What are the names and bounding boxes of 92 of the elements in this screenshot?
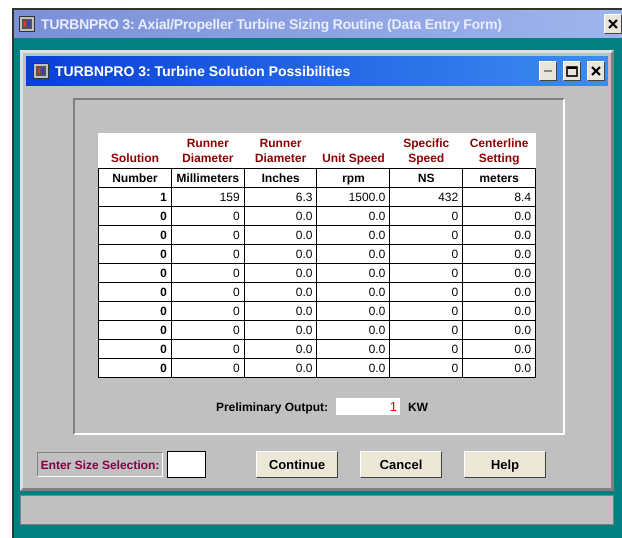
table-cell: 0.0 [462,206,536,226]
close-button[interactable] [604,14,622,34]
close-button[interactable] [587,61,605,81]
table-cell: 0.0 [462,244,536,264]
table-cell: 0.0 [316,358,390,378]
table-cell: 0 [390,206,463,226]
table-cell: 0 [171,244,244,264]
table-cell: 1 [98,188,172,206]
table-cell: 0.0 [316,340,390,358]
table-cell: 0.0 [316,282,390,302]
close-icon [591,66,601,76]
maximize-button[interactable] [563,61,581,81]
dialog-button[interactable]: Continue [256,451,338,478]
size-selection-field[interactable] [167,451,206,478]
column-title: Centerline Setting [470,136,528,165]
table-cell: 0.0 [462,282,536,302]
table-cell: 0.0 [244,320,317,340]
table-cell: 0 [98,244,172,264]
table-cell: 0.0 [316,264,390,282]
table-cell: 0 [171,226,244,244]
table-cell: 0.0 [316,244,390,264]
table-cell: 0 [390,282,463,302]
table-cell: 0 [98,302,172,320]
table-cell: 0.0 [244,226,317,244]
table-cell: 0.0 [462,302,536,320]
table-cell: 0.0 [316,206,390,226]
app-icon [33,63,49,79]
table-cell: 0 [171,302,244,320]
minimize-button[interactable] [539,61,557,81]
column-unit: rpm [316,168,390,188]
table-cell: 0 [171,206,244,226]
dialog-button[interactable]: Cancel [360,451,442,478]
window-title: TURBNPRO 3: Turbine Solution Possibilities [55,63,352,79]
table-cell: 0.0 [462,340,536,358]
column-unit: Number [98,168,172,188]
table-cell: 0.0 [462,320,536,340]
table-cell: 0 [98,358,172,378]
table-cell: 0 [98,206,172,226]
table-cell: 0.0 [462,358,536,378]
column-title: Solution [110,151,159,165]
table-cell: 432 [390,188,463,206]
table-cell: 0.0 [244,264,317,282]
table-cell: 0 [390,302,463,320]
table-cell: 0.0 [244,244,317,264]
column-unit: Millimeters [171,168,244,188]
table-cell: 0 [171,264,244,282]
table-cell: 0.0 [244,302,317,320]
column-unit: NS [390,168,463,188]
table-cell: 0 [390,264,463,282]
table-cell: 0.0 [462,264,536,282]
table-cell: 0.0 [244,206,317,226]
table-cell: 1500.0 [316,188,390,206]
table-cell: 0 [171,282,244,302]
table-cell: 0 [98,264,172,282]
table-cell: 159 [171,188,244,206]
output-field: 1 [336,398,400,415]
column-title: Unit Speed [322,151,385,165]
table-cell: 0 [98,226,172,244]
table-cell: 0 [390,320,463,340]
table-cell: 0 [98,320,172,340]
table-cell: 0.0 [244,358,317,378]
column-unit: meters [462,168,536,188]
column-title: Specific Speed [403,136,450,165]
table-cell: 0 [98,340,172,358]
table-cell: 6.3 [244,188,317,206]
table-cell: 0 [171,358,244,378]
table-cell: 0 [98,282,172,302]
table-cell: 0.0 [244,340,317,358]
table-cell: 0.0 [244,282,317,302]
table-cell: 0 [390,244,463,264]
app-icon [19,16,35,32]
output-unit: KW [408,400,428,414]
minimize-icon [544,70,552,72]
size-selection-label: Enter Size Selection: [37,452,163,477]
table-cell: 0.0 [316,302,390,320]
close-icon [608,19,618,29]
table-cell: 0.0 [462,226,536,244]
column-unit: Inches [244,168,317,188]
table-cell: 0 [171,320,244,340]
table-cell: 0 [171,340,244,358]
window-title: TURBNPRO 3: Axial/Propeller Turbine Sizing Routine (Data Entry Form) [41,16,503,32]
dialog-button[interactable]: Help [464,451,546,478]
table-cell: 0.0 [316,320,390,340]
output-label: Preliminary Output: [216,400,328,414]
table-cell: 0 [390,226,463,244]
table-cell: 0 [390,340,463,358]
column-title: Runner Diameter [254,136,306,165]
table-cell: 0 [390,358,463,378]
table-cell: 0.0 [316,226,390,244]
maximize-icon [566,66,578,76]
table-cell: 8.4 [462,188,536,206]
column-title: Runner Diameter [182,136,234,165]
